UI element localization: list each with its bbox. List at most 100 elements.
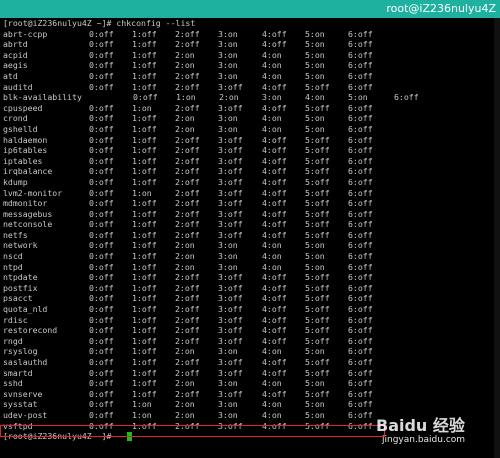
runlevel-state: 2:on — [175, 240, 195, 251]
service-row: network 0:off 1:off 2:on 3:on 4:on 5:on 6:off — [3, 240, 493, 251]
terminal-scrollbar[interactable] — [494, 18, 500, 458]
service-name: lvm2-monitor — [3, 187, 63, 198]
runlevel-state: 0:off — [89, 219, 114, 230]
runlevel-state: 6:off — [348, 293, 373, 304]
runlevel-state: 4:off — [262, 28, 287, 39]
runlevel-state: 0:off — [89, 39, 114, 50]
service-row: netconsole 0:off 1:off 2:off 3:off 4:off 5:off… — [3, 219, 493, 230]
runlevel-state: 2:off — [175, 367, 200, 378]
runlevel-state: 0:off — [89, 367, 114, 378]
service-row: saslauthd 0:off 1:off 2:off 3:off 4:off 5:off 6… — [3, 357, 493, 368]
runlevel-state: 6:off — [394, 92, 419, 103]
window-title: root@iZ236nulyu4Z — [386, 2, 496, 15]
runlevel-state: 2:off — [175, 282, 200, 293]
window-titlebar[interactable]: root@iZ236nulyu4Z — [0, 0, 500, 18]
runlevel-state: 2:on — [175, 60, 195, 71]
runlevel-state: 3:off — [218, 155, 243, 166]
runlevel-state: 6:off — [348, 367, 373, 378]
runlevel-state: 3:off — [218, 335, 243, 346]
runlevel-state: 1:off — [132, 251, 157, 262]
service-name: irqbalance — [3, 166, 53, 177]
runlevel-state: 1:off — [132, 39, 157, 50]
service-row: lvm2-monitor 0:off 1:on 2:off 3:off 4:off 5:of… — [3, 188, 493, 199]
runlevel-state: 1:off — [132, 70, 157, 81]
runlevel-state: 6:off — [348, 208, 373, 219]
runlevel-state: 2:off — [175, 187, 200, 198]
runlevel-state: 1:off — [132, 81, 157, 92]
runlevel-state: 2:off — [175, 70, 200, 81]
runlevel-state: 5:off — [305, 367, 330, 378]
runlevel-state: 6:off — [348, 272, 373, 283]
runlevel-state: 4:off — [262, 81, 287, 92]
runlevel-state: 6:off — [348, 28, 373, 39]
runlevel-state: 4:off — [262, 102, 287, 113]
runlevel-state: 5:on — [305, 240, 325, 251]
service-name: atd — [3, 70, 18, 81]
runlevel-state: 2:on — [175, 346, 195, 357]
command-line: [root@iZ236nulyu4Z ~]# chkconfig --list — [3, 18, 493, 29]
service-name: rdisc — [3, 314, 28, 325]
runlevel-state: 6:off — [348, 187, 373, 198]
runlevel-state: 3:on — [218, 399, 238, 410]
runlevel-state: 3:off — [218, 219, 243, 230]
service-name: messagebus — [3, 208, 53, 219]
service-name: kdump — [3, 176, 28, 187]
service-row: quota_nld 0:off 1:off 2:off 3:off 4:off 5:off 6… — [3, 304, 493, 315]
service-name: sysstat — [3, 399, 38, 410]
runlevel-state: 3:off — [218, 367, 243, 378]
runlevel-state: 3:on — [218, 378, 238, 389]
runlevel-state: 3:off — [218, 229, 243, 240]
service-name: ip6tables — [3, 145, 48, 156]
service-name: postfix — [3, 282, 38, 293]
service-row: psacct 0:off 1:off 2:off 3:off 4:off 5:off 6:of… — [3, 293, 493, 304]
service-name: haldaemon — [3, 134, 48, 145]
runlevel-state: 4:off — [262, 367, 287, 378]
service-name: nscd — [3, 251, 23, 262]
runlevel-state: 1:off — [132, 378, 157, 389]
runlevel-state: 1:off — [132, 176, 157, 187]
runlevel-state: 6:off — [348, 304, 373, 315]
runlevel-state: 4:off — [262, 155, 287, 166]
runlevel-state: 6:off — [348, 219, 373, 230]
runlevel-state: 6:off — [348, 346, 373, 357]
service-row: rngd 0:off 1:off 2:off 3:off 4:off 5:off 6:off — [3, 336, 493, 347]
terminal-output[interactable]: [root@iZ236nulyu4Z ~]# chkconfig --list … — [0, 18, 500, 458]
runlevel-state: 4:off — [262, 229, 287, 240]
runlevel-state: 6:off — [348, 49, 373, 60]
runlevel-state: 4:off — [262, 187, 287, 198]
runlevel-state: 5:on — [305, 70, 325, 81]
runlevel-state: 5:on — [305, 251, 325, 262]
runlevel-state: 2:off — [175, 272, 200, 283]
runlevel-state: 0:off — [89, 378, 114, 389]
runlevel-state: 3:off — [218, 176, 243, 187]
runlevel-state: 5:off — [305, 176, 330, 187]
runlevel-state: 0:off — [89, 176, 114, 187]
service-row: gshelld 0:off 1:off 2:on 3:on 4:on 5:on 6:off — [3, 124, 493, 135]
runlevel-state: 0:off — [133, 92, 158, 103]
runlevel-state: 3:off — [218, 102, 243, 113]
runlevel-state: 3:on — [262, 92, 282, 103]
runlevel-state: 5:on — [305, 113, 325, 124]
runlevel-state: 1:off — [132, 123, 157, 134]
runlevel-state: 3:off — [218, 208, 243, 219]
runlevel-state: 4:off — [262, 357, 287, 367]
runlevel-state: 5:on — [305, 261, 325, 272]
service-name: abrtd — [3, 39, 28, 50]
runlevel-state: 1:off — [132, 346, 157, 357]
runlevel-state: 4:on — [262, 70, 282, 81]
runlevel-state: 1:off — [132, 282, 157, 293]
runlevel-state: 0:off — [89, 282, 114, 293]
runlevel-state: 0:off — [89, 240, 114, 251]
runlevel-state: 5:off — [305, 314, 330, 325]
runlevel-state: 1:off — [132, 219, 157, 230]
service-row: haldaemon 0:off 1:off 2:off 3:off 4:off 5:off 6… — [3, 135, 493, 146]
runlevel-state: 2:off — [175, 208, 200, 219]
runlevel-state: 4:off — [262, 145, 287, 156]
runlevel-state: 1:off — [132, 113, 157, 124]
runlevel-state: 4:on — [262, 123, 282, 134]
runlevel-state: 2:off — [175, 229, 200, 240]
runlevel-state: 0:off — [89, 409, 114, 420]
runlevel-state: 5:off — [305, 219, 330, 230]
runlevel-state: 1:off — [132, 229, 157, 240]
runlevel-state: 6:off — [348, 113, 373, 124]
